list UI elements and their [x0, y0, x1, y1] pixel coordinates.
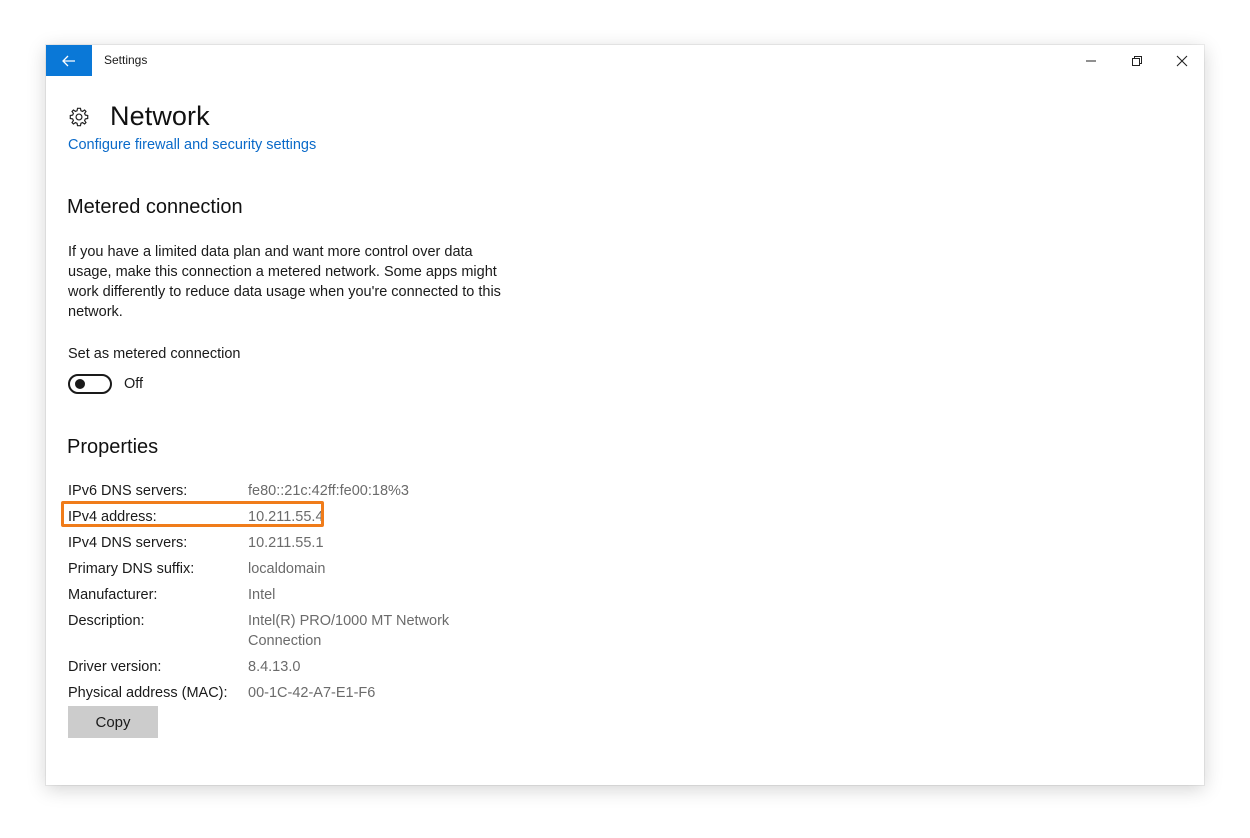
firewall-settings-link[interactable]: Configure firewall and security settings: [68, 137, 316, 153]
property-key: IPv4 address:: [68, 509, 157, 525]
property-key: Driver version:: [68, 659, 162, 675]
property-row-ipv4-dns: IPv4 DNS servers: 10.211.55.1: [68, 533, 508, 553]
property-value: localdomain: [248, 561, 326, 577]
properties-section-title: Properties: [67, 436, 159, 458]
metered-toggle[interactable]: [68, 374, 112, 394]
property-row-ipv4-address: IPv4 address: 10.211.55.4: [68, 507, 508, 527]
property-key: IPv6 DNS servers:: [68, 483, 188, 499]
title-bar: Settings: [46, 45, 1204, 76]
property-row-ipv6-dns: IPv6 DNS servers: fe80::21c:42ff:fe00:18…: [68, 481, 508, 501]
property-value: 10.211.55.4: [248, 509, 324, 525]
property-key: Primary DNS suffix:: [68, 561, 195, 577]
property-value: Intel: [248, 587, 276, 603]
property-row-dns-suffix: Primary DNS suffix: localdomain: [68, 559, 508, 579]
metered-description: If you have a limited data plan and want…: [68, 244, 501, 320]
close-icon: [1176, 55, 1188, 66]
property-row-mac-address: Physical address (MAC): 00-1C-42-A7-E1-F…: [68, 683, 508, 703]
property-value: 00-1C-42-A7-E1-F6: [248, 685, 376, 701]
copy-button[interactable]: Copy: [68, 706, 158, 738]
metered-toggle-group: Off: [68, 374, 143, 394]
gear-icon: [68, 106, 90, 128]
minimize-button[interactable]: [1068, 45, 1114, 76]
property-value: Intel(R) PRO/1000 MT Network Connection: [248, 613, 450, 649]
property-key: Manufacturer:: [68, 587, 158, 603]
app-title: Settings: [104, 53, 148, 67]
arrow-left-icon: [62, 55, 75, 66]
restore-icon: [1132, 55, 1142, 66]
property-value: fe80::21c:42ff:fe00:18%3: [248, 483, 409, 499]
settings-window: Settings Network Configure firewall and …: [46, 45, 1204, 785]
property-row-driver-version: Driver version: 8.4.13.0: [68, 657, 508, 677]
minimize-icon: [1086, 60, 1096, 61]
close-button[interactable]: [1159, 45, 1204, 76]
property-row-manufacturer: Manufacturer: Intel: [68, 585, 508, 605]
property-row-description: Description: Intel(R) PRO/1000 MT Networ…: [68, 611, 508, 651]
property-key: Physical address (MAC):: [68, 685, 228, 701]
page-header: Network: [68, 101, 210, 132]
toggle-state-text: Off: [124, 376, 144, 392]
metered-toggle-label: Set as metered connection: [68, 346, 241, 362]
toggle-knob: [75, 379, 85, 389]
property-key: Description:: [68, 613, 145, 629]
metered-section-title: Metered connection: [67, 196, 243, 218]
properties-list: IPv6 DNS servers: fe80::21c:42ff:fe00:18…: [68, 481, 508, 709]
property-value: 8.4.13.0: [248, 659, 301, 675]
property-key: IPv4 DNS servers:: [68, 535, 188, 551]
property-value: 10.211.55.1: [248, 535, 324, 551]
back-button[interactable]: [46, 45, 92, 76]
page-title: Network: [110, 101, 210, 131]
restore-button[interactable]: [1114, 45, 1160, 76]
